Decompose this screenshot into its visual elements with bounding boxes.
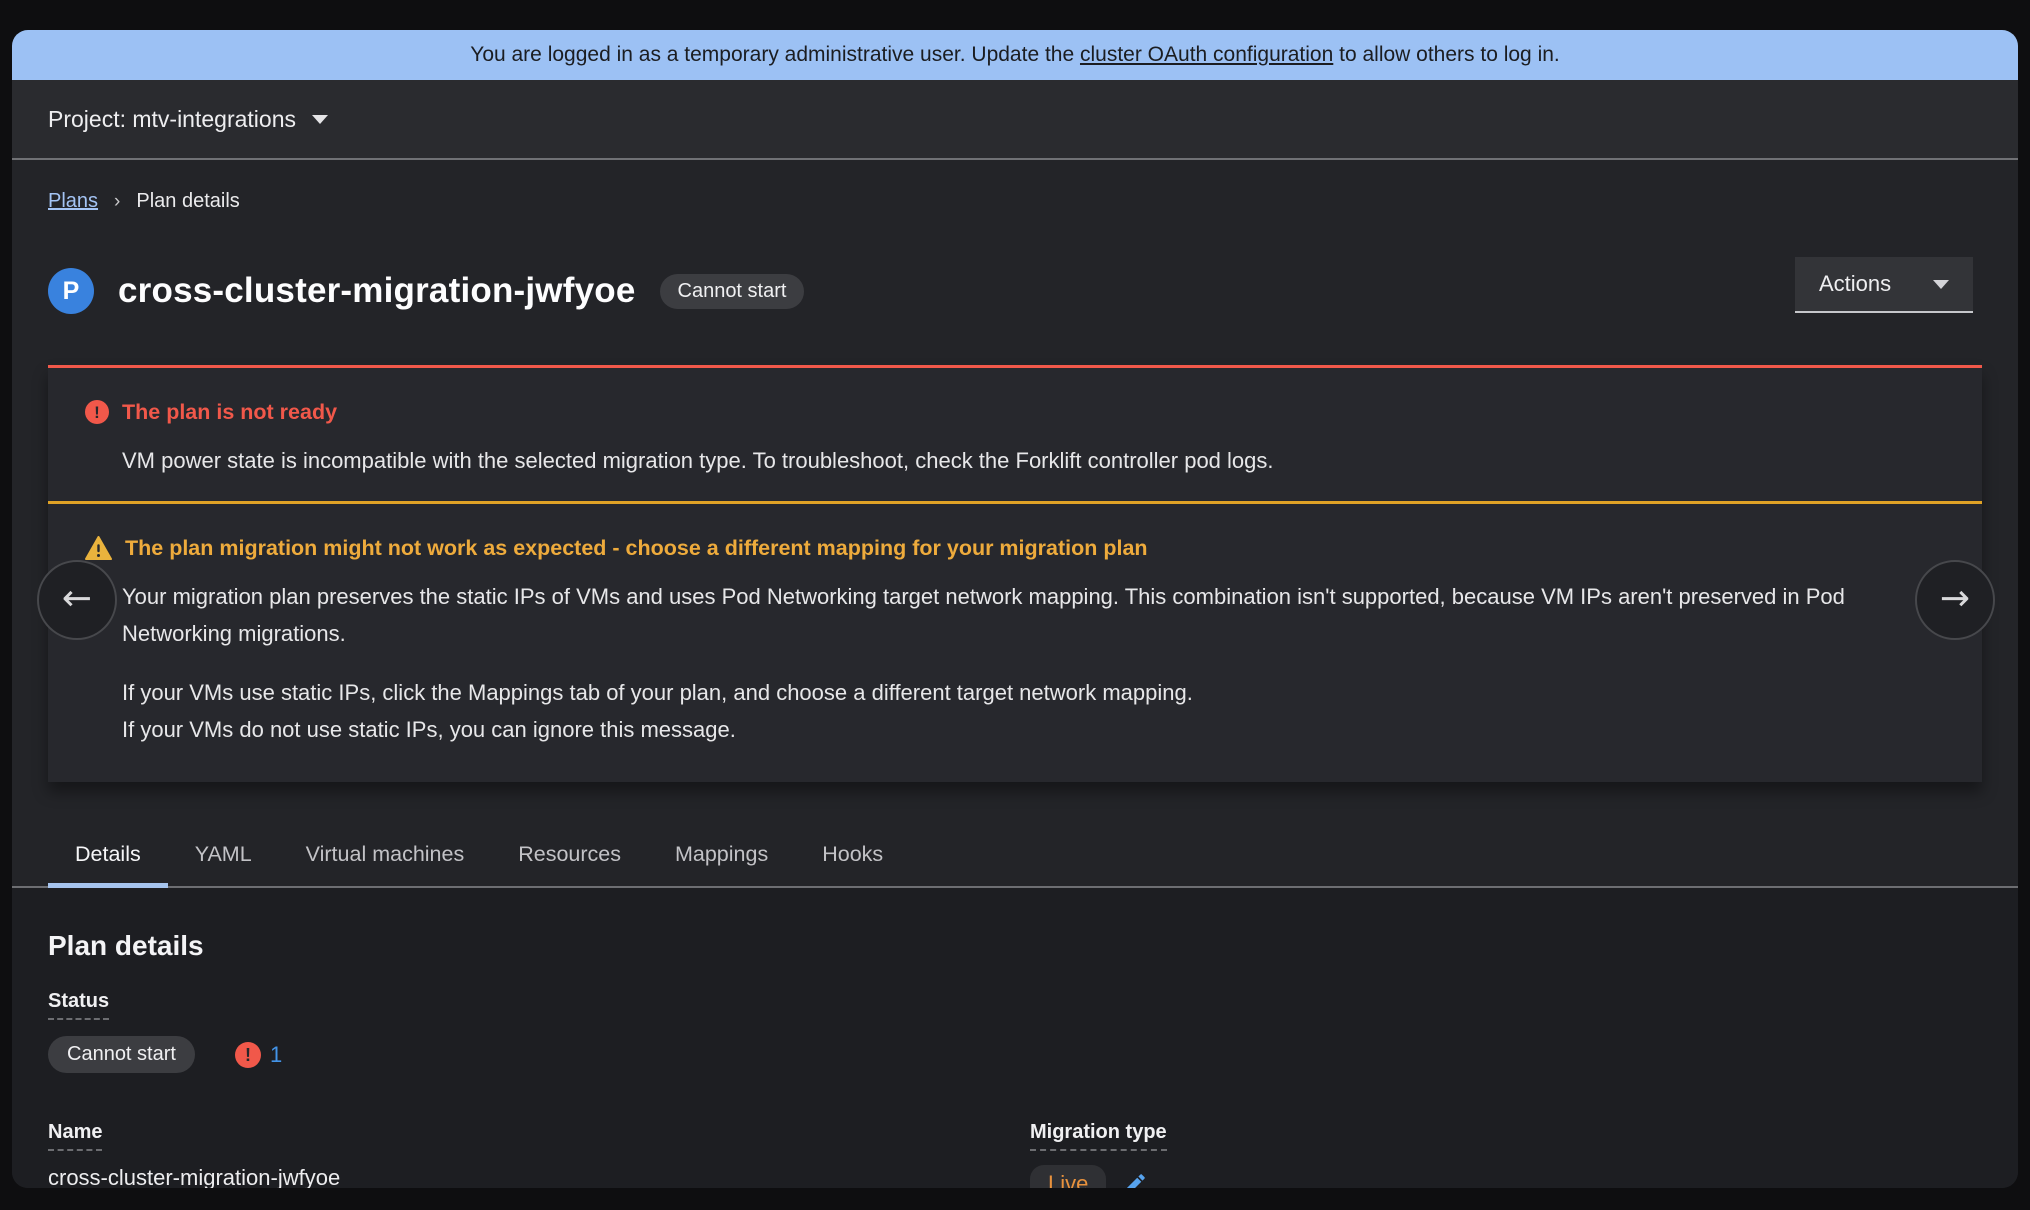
name-field: Name cross-cluster-migration-jwfyoe [48, 1121, 1030, 1188]
warning-alert-paragraph-3: If your VMs do not use static IPs, you c… [122, 711, 1942, 748]
danger-alert: ! The plan is not ready VM power state i… [48, 365, 1982, 501]
error-count-link[interactable]: 1 [270, 1042, 282, 1068]
banner-text-after: to allow others to log in. [1333, 43, 1559, 67]
migration-type-field-label: Migration type [1030, 1121, 1167, 1151]
actions-button[interactable]: Actions [1795, 257, 1973, 313]
tab-yaml[interactable]: YAML [168, 824, 279, 886]
warning-alert: The plan migration might not work as exp… [48, 501, 1982, 782]
danger-alert-description: VM power state is incompatible with the … [122, 442, 1942, 479]
banner-text-before: You are logged in as a temporary adminis… [470, 43, 1080, 67]
breadcrumb-plans-link[interactable]: Plans [48, 190, 98, 213]
plan-tabs: Details YAML Virtual machines Resources … [12, 824, 2018, 888]
error-count-group[interactable]: ! 1 [235, 1042, 282, 1068]
alerts-group: ! The plan is not ready VM power state i… [48, 365, 1982, 782]
tab-mappings[interactable]: Mappings [648, 824, 795, 886]
arrow-left-icon: ← [62, 578, 92, 619]
plan-resource-icon: P [48, 268, 94, 314]
actions-button-label: Actions [1819, 271, 1891, 297]
tab-hooks[interactable]: Hooks [795, 824, 910, 886]
migration-type-value-badge: Live [1030, 1165, 1106, 1188]
details-tab-content: Plan details Status Cannot start ! 1 Nam… [12, 888, 2018, 1188]
danger-alert-title: The plan is not ready [122, 398, 337, 426]
warning-triangle-icon [85, 536, 112, 560]
edit-migration-type-button[interactable] [1122, 1171, 1148, 1188]
details-grid: Name cross-cluster-migration-jwfyoe Migr… [48, 1121, 1982, 1188]
name-field-value: cross-cluster-migration-jwfyoe [48, 1165, 1030, 1188]
exclamation-circle-icon: ! [85, 400, 109, 424]
page-title: cross-cluster-migration-jwfyoe [118, 271, 636, 311]
tab-resources[interactable]: Resources [491, 824, 648, 886]
previous-alert-button[interactable]: ← [37, 560, 117, 640]
section-title: Plan details [48, 930, 1982, 962]
project-selector-label[interactable]: Project: mtv-integrations [48, 106, 296, 133]
page-header: P cross-cluster-migration-jwfyoe Cannot … [12, 261, 2018, 321]
chevron-down-icon[interactable] [312, 115, 328, 124]
tab-virtual-machines[interactable]: Virtual machines [279, 824, 492, 886]
pencil-icon [1122, 1171, 1148, 1188]
warning-alert-title: The plan migration might not work as exp… [125, 534, 1148, 562]
breadcrumb-separator-icon: › [114, 191, 120, 213]
arrow-right-icon: → [1940, 578, 1970, 619]
project-bar: Project: mtv-integrations [12, 80, 2018, 160]
console-window: You are logged in as a temporary adminis… [12, 30, 2018, 1188]
admin-user-banner: You are logged in as a temporary adminis… [12, 30, 2018, 80]
status-row: Cannot start ! 1 [48, 1036, 1982, 1073]
migration-type-field: Migration type Live [1030, 1121, 1982, 1188]
breadcrumb-current: Plan details [136, 190, 239, 213]
tab-details[interactable]: Details [48, 824, 168, 886]
plan-status-badge: Cannot start [48, 1036, 195, 1073]
warning-alert-paragraph-2: If your VMs use static IPs, click the Ma… [122, 674, 1942, 711]
status-badge: Cannot start [660, 274, 805, 309]
chevron-down-icon [1933, 280, 1949, 289]
warning-alert-paragraph-1: Your migration plan preserves the static… [122, 578, 1942, 652]
exclamation-circle-icon: ! [235, 1042, 261, 1068]
oauth-configuration-link[interactable]: cluster OAuth configuration [1080, 43, 1333, 67]
name-field-label: Name [48, 1121, 102, 1151]
next-alert-button[interactable]: → [1915, 560, 1995, 640]
status-field-label: Status [48, 990, 109, 1020]
breadcrumb: Plans › Plan details [12, 160, 2018, 213]
